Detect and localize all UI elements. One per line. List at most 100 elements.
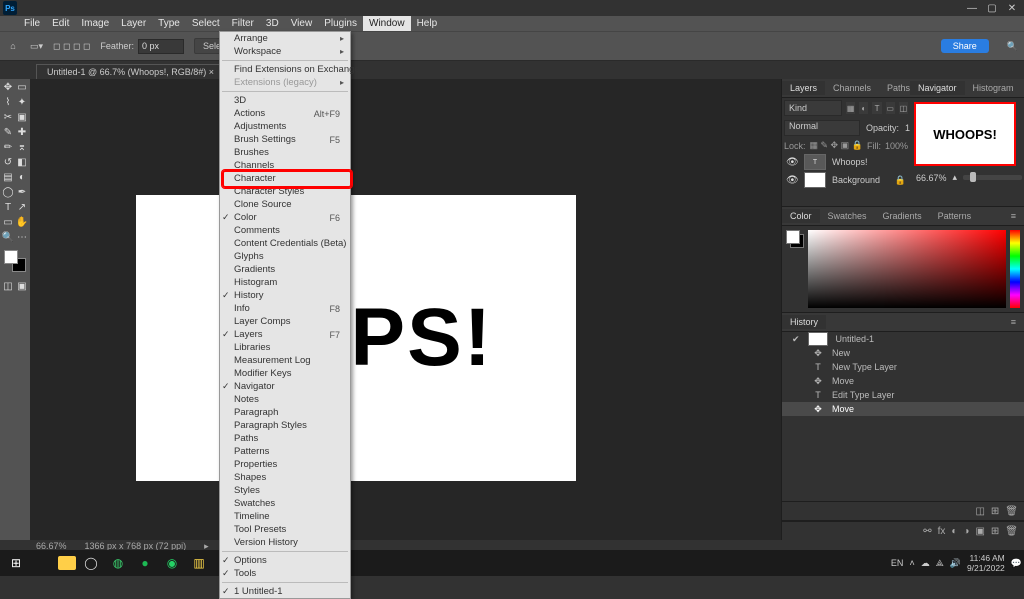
color-swatches[interactable] [4, 250, 26, 272]
menu-filter[interactable]: Filter [226, 16, 260, 31]
hue-slider[interactable] [1010, 230, 1020, 308]
menu-window[interactable]: Window [363, 16, 411, 31]
history-step[interactable]: ✥Move [782, 402, 1024, 416]
tray-chevron-icon[interactable]: ˄ [909, 558, 914, 568]
menu-item-navigator[interactable]: ✓Navigator [220, 380, 350, 393]
color-field[interactable] [808, 230, 1006, 308]
menu-item-properties[interactable]: Properties [220, 458, 350, 471]
menu-image[interactable]: Image [75, 16, 115, 31]
history-step[interactable]: ✥Move [782, 374, 1024, 388]
eraser-tool-icon[interactable]: ◧ [16, 156, 29, 169]
tab-patterns[interactable]: Patterns [930, 209, 980, 223]
tab-history[interactable]: History [782, 315, 826, 329]
menu-item-tools[interactable]: ✓Tools [220, 567, 350, 580]
delete-state-icon[interactable]: 🗑 [1005, 506, 1018, 517]
tray-lang[interactable]: EN [891, 558, 904, 568]
start-button[interactable]: ⊞ [4, 552, 28, 574]
home-icon[interactable]: ⌂ [6, 39, 20, 53]
menu-item-character[interactable]: Character [220, 172, 350, 185]
menu-item-version-history[interactable]: Version History [220, 536, 350, 549]
explorer-icon[interactable] [58, 556, 76, 570]
type-tool-icon[interactable]: T [2, 201, 15, 214]
tool-preset-icon[interactable]: ▭▾ [30, 41, 43, 52]
menu-item-info[interactable]: InfoF8 [220, 302, 350, 315]
move-tool-icon[interactable]: ✥ [2, 81, 15, 94]
filter-pixel-icon[interactable]: ▦ [846, 102, 855, 114]
panel-menu-icon[interactable]: ≡ [1003, 209, 1024, 223]
menu-item-character-styles[interactable]: Character Styles [220, 185, 350, 198]
history-brush-icon[interactable]: ↺ [2, 156, 15, 169]
menu-item-gradients[interactable]: Gradients [220, 263, 350, 276]
menu-item-tool-presets[interactable]: Tool Presets [220, 523, 350, 536]
menu-item-brush-settings[interactable]: Brush SettingsF5 [220, 133, 350, 146]
menu-item-modifier-keys[interactable]: Modifier Keys [220, 367, 350, 380]
menu-file[interactable]: File [18, 16, 46, 31]
close-button[interactable]: ✕ [1004, 2, 1020, 14]
color-fgbg-icon[interactable] [786, 230, 804, 248]
lock-icons[interactable]: ▦ ✎ ✥ ▣ 🔒 [810, 140, 863, 151]
gradient-tool-icon[interactable]: ▤ [2, 171, 15, 184]
menu-item-notes[interactable]: Notes [220, 393, 350, 406]
menu-plugins[interactable]: Plugins [318, 16, 363, 31]
menu-item-layers[interactable]: ✓LayersF7 [220, 328, 350, 341]
menu-item-actions[interactable]: ActionsAlt+F9 [220, 107, 350, 120]
tab-channels[interactable]: Channels [825, 81, 879, 95]
filter-smart-icon[interactable]: ◫ [899, 102, 908, 114]
layer-row[interactable]: 👁Background🔒 [782, 171, 910, 189]
menu-item-adjustments[interactable]: Adjustments [220, 120, 350, 133]
dodge-tool-icon[interactable]: ◯ [2, 186, 15, 199]
lasso-tool-icon[interactable]: ⌇ [2, 96, 15, 109]
selection-mode-icons[interactable]: ◻ ◻ ◻ ◻ [53, 41, 90, 52]
blend-mode-select[interactable]: Normal [784, 120, 860, 136]
layer-mask-icon[interactable]: ◐ [951, 526, 957, 537]
tray-network-icon[interactable]: ⟁ [936, 558, 944, 569]
menu-view[interactable]: View [285, 16, 319, 31]
history-document[interactable]: ✔ Untitled-1 [782, 332, 1024, 346]
menu-item-swatches[interactable]: Swatches [220, 497, 350, 510]
menu-layer[interactable]: Layer [115, 16, 152, 31]
zoom-out-icon[interactable]: ▴ [953, 172, 958, 183]
filter-kind-select[interactable]: Kind [784, 100, 842, 116]
zoom-tool-icon[interactable]: 🔍 [2, 231, 15, 244]
new-snapshot-icon[interactable]: ◫ [975, 506, 984, 517]
brush-tool-icon[interactable]: ✏ [2, 141, 15, 154]
menu-help[interactable]: Help [411, 16, 444, 31]
filter-type-icon[interactable]: T [872, 102, 881, 114]
menu-item-paths[interactable]: Paths [220, 432, 350, 445]
history-brush-source-icon[interactable]: ✔ [792, 334, 800, 345]
tray-clock[interactable]: 11:46 AM9/21/2022 [967, 553, 1005, 573]
history-step[interactable]: TEdit Type Layer [782, 388, 1024, 402]
feather-input[interactable] [138, 39, 184, 54]
quickmask-icon[interactable]: ◫ [2, 280, 15, 293]
task-view-icon[interactable] [31, 552, 55, 574]
menu-item-brushes[interactable]: Brushes [220, 146, 350, 159]
fill-value[interactable]: 100% [885, 141, 908, 151]
visibility-icon[interactable]: 👁 [786, 157, 798, 168]
crop-tool-icon[interactable]: ✂ [2, 111, 15, 124]
menu-item-clone-source[interactable]: Clone Source [220, 198, 350, 211]
wand-tool-icon[interactable]: ✦ [16, 96, 29, 109]
panel-menu-icon[interactable]: ≡ [1003, 315, 1024, 329]
tab-histogram[interactable]: Histogram [965, 81, 1022, 95]
share-button[interactable]: Share [941, 39, 989, 53]
menu-type[interactable]: Type [152, 16, 186, 31]
edge-icon[interactable]: ◍ [106, 552, 130, 574]
delete-layer-icon[interactable]: 🗑 [1005, 526, 1018, 537]
document-tab[interactable]: Untitled-1 @ 66.7% (Whoops!, RGB/8#) × [36, 64, 224, 79]
link-layers-icon[interactable]: ⚯ [923, 526, 931, 537]
notes-icon[interactable]: ▥ [187, 552, 211, 574]
tab-swatches[interactable]: Swatches [820, 209, 875, 223]
tab-color[interactable]: Color [782, 209, 820, 223]
tab-layers[interactable]: Layers [782, 81, 825, 95]
filter-adj-icon[interactable]: ◐ [859, 102, 868, 114]
search-icon[interactable]: 🔍 [1007, 41, 1018, 52]
new-layer-icon[interactable]: ⊞ [991, 526, 999, 537]
layer-row[interactable]: 👁TWhoops! [782, 153, 910, 171]
screenmode-icon[interactable]: ▣ [16, 280, 29, 293]
menu-item-find-extensions-on-exchange-legacy-[interactable]: Find Extensions on Exchange (legacy)... [220, 63, 350, 76]
menu-item-channels[interactable]: Channels [220, 159, 350, 172]
menu-item-libraries[interactable]: Libraries [220, 341, 350, 354]
menu-item-glyphs[interactable]: Glyphs [220, 250, 350, 263]
new-doc-icon[interactable]: ⊞ [991, 506, 999, 517]
chrome-icon[interactable]: ◯ [79, 552, 103, 574]
